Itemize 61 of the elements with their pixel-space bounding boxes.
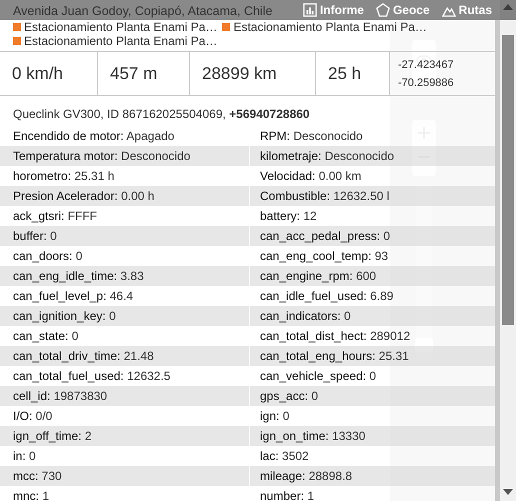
parameter-text: mileage: 28898.8	[250, 466, 495, 486]
stat-value: 28899 km	[201, 64, 277, 84]
geofence-marker-icon	[13, 37, 21, 45]
stat-value: 457 m	[109, 64, 158, 84]
parameter-text: can_eng_cool_temp: 93	[259, 248, 390, 265]
geofence-marker-icon	[222, 23, 230, 31]
parameter-text: battery: 12	[259, 208, 318, 225]
parameter-text: Encendido de motor: Apagado	[12, 128, 176, 145]
parameter-text: I/O: 0/0	[12, 408, 54, 425]
parameter-text: can_total_eng_hours: 25.31	[250, 346, 495, 366]
parameter-text: Presion Acelerador: 0.00 h	[0, 186, 249, 206]
parameter-text: mnc: 1	[12, 488, 50, 501]
stat-value: 25 h	[327, 64, 362, 84]
address-text: Avenida Juan Godoy, Copiapó, Atacama, Chile	[13, 3, 272, 20]
parameter-text: can_engine_rpm: 600	[250, 266, 495, 286]
parameter-text: can_total_fuel_used: 12632.5	[12, 368, 172, 385]
scroll-up-icon	[503, 4, 513, 10]
scroll-down-icon	[503, 489, 513, 495]
geofence-label: Estacionamiento Planta Enami Pa…	[233, 20, 427, 34]
nav-tab[interactable]: Rutas	[442, 3, 492, 17]
polygon-icon[interactable]	[376, 3, 390, 17]
parameter-text: can_total_dist_hect: 289012	[259, 328, 412, 345]
coordinate-text: -27.423467	[398, 58, 455, 72]
geofence-label: Estacionamiento Planta Enami Pa…	[24, 20, 218, 34]
parameter-text: Temperatura motor: Desconocido	[0, 146, 249, 166]
parameter-text: can_indicators: 0	[250, 306, 495, 326]
parameter-text: Combustible: 12632.50 l	[250, 186, 495, 206]
chart-icon[interactable]	[302, 3, 317, 17]
parameter-text: can_state: 0	[12, 328, 80, 345]
parameter-text: horometro: 25.31 h	[12, 168, 116, 185]
parameter-text: can_vehicle_speed: 0	[259, 368, 378, 385]
geofence-marker-icon	[13, 23, 21, 31]
scrollbar[interactable]	[500, 0, 516, 501]
parameter-text: can_ignition_key: 0	[0, 306, 249, 326]
parameter-text: can_eng_idle_time: 3.83	[0, 266, 249, 286]
parameter-text: cell_id: 19873830	[0, 386, 249, 406]
parameter-text: can_idle_fuel_used: 6.89	[259, 288, 394, 305]
stat-value: 0 km/h	[11, 64, 64, 84]
parameter-text: ack_gtsri: FFFF	[12, 208, 98, 225]
geofence-label: Estacionamiento Planta Enami Pa…	[24, 34, 218, 48]
parameter-text: can_total_driv_time: 21.48	[0, 346, 249, 366]
parameter-text: Velocidad: 0.00 km	[259, 168, 362, 185]
parameter-text: can_acc_pedal_press: 0	[250, 226, 495, 246]
parameter-text: mcc: 730	[0, 466, 249, 486]
parameter-text: RPM: Desconocido	[259, 128, 364, 145]
parameter-text: in: 0	[12, 448, 37, 465]
coordinate-text: -70.259886	[398, 76, 455, 90]
parameter-text: buffer: 0	[0, 226, 249, 246]
parameter-text: ign_on_time: 13330	[250, 426, 495, 446]
parameter-text: number: 1	[259, 488, 316, 501]
parameter-text: ign_off_time: 2	[0, 426, 249, 446]
parameter-text: ign: 0	[259, 408, 290, 425]
scrollbar-thumb[interactable]	[502, 35, 514, 325]
parameter-text: gps_acc: 0	[250, 386, 495, 406]
nav-tab[interactable]: Geoce	[376, 3, 430, 17]
parameter-text: kilometraje: Desconocido	[250, 146, 495, 166]
device-info: Queclink GV300, ID 867162025504069, +56940728860	[13, 107, 310, 121]
parameter-text: can_doors: 0	[12, 248, 84, 265]
parameter-text: lac: 3502	[259, 448, 310, 465]
parameter-text: can_fuel_level_p: 46.4	[12, 288, 134, 305]
nav-tab[interactable]: Informe	[302, 3, 364, 17]
